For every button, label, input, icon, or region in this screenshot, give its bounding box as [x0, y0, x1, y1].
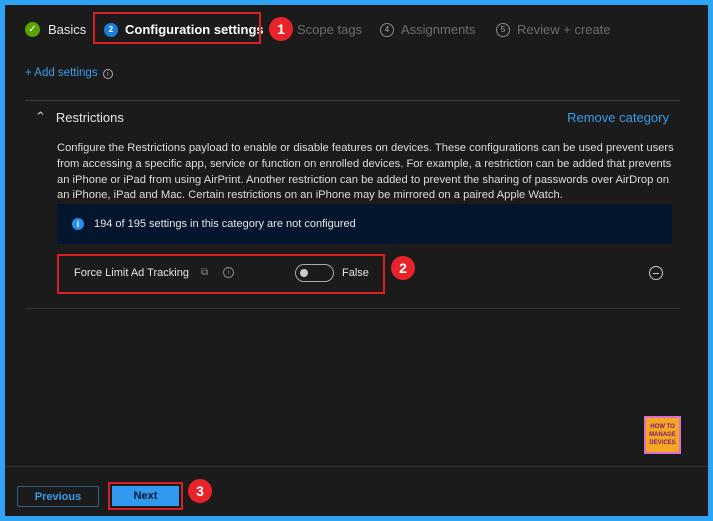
callout-3: 3	[188, 479, 212, 503]
step-label: Assignments	[401, 22, 476, 37]
chevron-up-icon: ⌃	[35, 109, 46, 124]
footer-divider	[5, 466, 708, 467]
check-icon: ✓	[25, 22, 40, 37]
step-scope-tags[interactable]: Scope tags	[297, 22, 362, 37]
step-number-icon: 4	[380, 22, 394, 37]
info-text: 194 of 195 settings in this category are…	[94, 218, 356, 230]
setting-toggle[interactable]	[295, 264, 334, 282]
category-title: Restrictions	[55, 109, 124, 125]
next-button[interactable]: Next	[112, 486, 179, 506]
add-settings-label: + Add settings	[25, 67, 98, 79]
info-icon[interactable]: i	[223, 267, 234, 278]
info-icon: i	[102, 69, 113, 79]
copy-icon[interactable]: ⧉	[201, 267, 208, 278]
add-settings-link[interactable]: + Add settings i	[25, 67, 113, 79]
callout-1: 1	[269, 17, 293, 41]
step-label: Basics	[48, 22, 87, 37]
info-banner: i 194 of 195 settings in this category a…	[57, 204, 672, 244]
highlight-box	[93, 12, 261, 44]
callout-2: 2	[391, 256, 415, 280]
divider	[25, 308, 680, 309]
remove-category-link[interactable]: Remove category	[567, 110, 669, 125]
remove-setting-icon[interactable]	[649, 266, 663, 280]
step-assignments[interactable]: 4 Assignments	[380, 22, 475, 37]
step-label: Scope tags	[297, 22, 363, 37]
step-label: Review + create	[517, 22, 611, 37]
category-toggle[interactable]: ⌃ Restrictions	[35, 109, 124, 125]
toggle-knob	[300, 269, 308, 277]
previous-button[interactable]: Previous	[17, 486, 99, 507]
step-number-icon: 5	[496, 22, 510, 37]
divider	[25, 100, 680, 101]
setting-value: False	[342, 267, 369, 279]
step-basics[interactable]: ✓ Basics	[25, 22, 86, 37]
step-review-create[interactable]: 5 Review + create	[496, 22, 611, 37]
category-description: Configure the Restrictions payload to en…	[57, 142, 674, 202]
howto-logo: HOW TO MANAGE DEVICES	[644, 416, 681, 454]
info-icon: i	[72, 218, 84, 230]
setting-label: Force Limit Ad Tracking	[74, 267, 189, 279]
